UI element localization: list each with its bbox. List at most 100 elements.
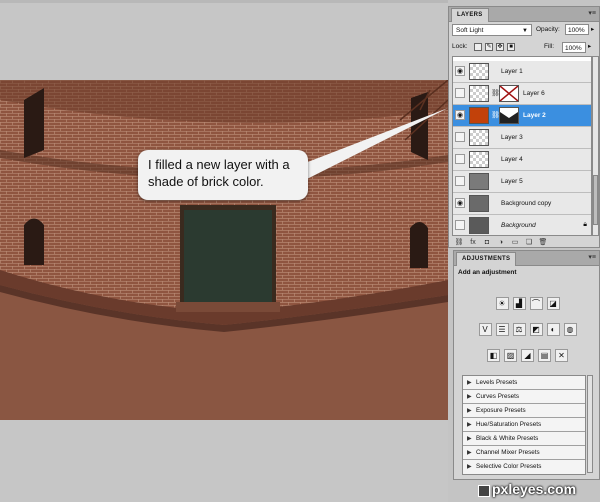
layers-scrollbar[interactable] bbox=[592, 56, 599, 236]
lock-all-icon[interactable]: ■ bbox=[507, 43, 515, 51]
adjustments-tab-bar: ADJUSTMENTS ▾≡ bbox=[454, 251, 599, 266]
adjustment-icons-row-1: ☀ ▟ ⌒ ◪ bbox=[454, 297, 600, 310]
fill-arrow-icon[interactable]: ▸ bbox=[588, 41, 591, 53]
eye-icon[interactable] bbox=[455, 176, 465, 186]
brightness-icon[interactable]: ☀ bbox=[495, 297, 509, 310]
triangle-right-icon: ▶ bbox=[467, 450, 472, 456]
eye-icon[interactable]: ◉ bbox=[455, 110, 465, 120]
add-mask-icon[interactable]: ◘ bbox=[480, 239, 494, 246]
preset-item-hue-saturation[interactable]: ▶ Hue/Saturation Presets bbox=[463, 418, 585, 432]
layer-row[interactable]: Layer 4 bbox=[453, 149, 591, 171]
blend-mode-select[interactable]: Soft Light ▼ bbox=[452, 24, 532, 36]
preset-item-channel-mixer[interactable]: ▶ Channel Mixer Presets bbox=[463, 446, 585, 460]
black-white-icon[interactable]: ◩ bbox=[529, 323, 543, 336]
layer-thumbnail bbox=[469, 195, 489, 212]
fx-icon[interactable]: fx bbox=[466, 239, 480, 246]
layer-thumbnail bbox=[469, 217, 489, 234]
layer-thumbnail bbox=[469, 151, 489, 168]
trash-icon[interactable]: 🗑︎ bbox=[536, 238, 550, 246]
preset-item-exposure[interactable]: ▶ Exposure Presets bbox=[463, 404, 585, 418]
layer-name: Layer 4 bbox=[501, 156, 523, 163]
adjustments-panel: ADJUSTMENTS ▾≡ Add an adjustment ☀ ▟ ⌒ ◪ V ☰… bbox=[453, 250, 600, 480]
preset-item-curves[interactable]: ▶ Curves Presets bbox=[463, 390, 585, 404]
layer-row[interactable]: Background 🔒︎ bbox=[453, 215, 591, 235]
lock-transparent-icon[interactable] bbox=[474, 43, 482, 51]
layers-tab[interactable]: LAYERS bbox=[451, 8, 489, 22]
preset-item-black-white[interactable]: ▶ Black & White Presets bbox=[463, 432, 585, 446]
layer-thumbnail bbox=[469, 173, 489, 190]
brick-building-photo bbox=[0, 80, 448, 420]
triangle-right-icon: ▶ bbox=[467, 380, 472, 386]
layer-row[interactable]: ◉ Layer 1 bbox=[453, 61, 591, 83]
color-balance-icon[interactable]: ⚖ bbox=[512, 323, 526, 336]
eye-icon[interactable] bbox=[455, 132, 465, 142]
callout-text-line2: shade of brick color. bbox=[148, 174, 264, 189]
triangle-right-icon: ▶ bbox=[467, 464, 472, 470]
invert-icon[interactable]: ◧ bbox=[487, 349, 500, 362]
eye-icon[interactable] bbox=[455, 220, 465, 230]
new-adjustment-icon[interactable]: ◑ bbox=[494, 239, 508, 246]
layers-panel: LAYERS ▾≡ Soft Light ▼ Opacity: 100% ▸ L… bbox=[448, 6, 600, 248]
panel-menu-icon[interactable]: ▾≡ bbox=[588, 9, 596, 17]
eye-icon[interactable] bbox=[455, 154, 465, 164]
vibrance-icon[interactable]: V bbox=[478, 323, 492, 336]
layer-name: Layer 3 bbox=[501, 134, 523, 141]
triangle-right-icon: ▶ bbox=[467, 394, 472, 400]
blend-row: Soft Light ▼ Opacity: 100% ▸ bbox=[452, 24, 596, 37]
fill-label: Fill: bbox=[544, 43, 555, 50]
layer-row[interactable]: ⛓ Layer 6 bbox=[453, 83, 591, 105]
scrollbar-thumb[interactable] bbox=[593, 175, 598, 225]
opacity-arrow-icon[interactable]: ▸ bbox=[591, 24, 594, 36]
layer-row[interactable]: ◉ Background copy bbox=[453, 193, 591, 215]
lock-icon: 🔒︎ bbox=[583, 221, 587, 228]
layer-name: Layer 1 bbox=[501, 68, 523, 75]
callout-text-line1: I filled a new layer with a bbox=[148, 157, 290, 172]
layer-row[interactable]: Layer 5 bbox=[453, 171, 591, 193]
adjustments-tab[interactable]: ADJUSTMENTS bbox=[456, 252, 517, 266]
document-image[interactable] bbox=[0, 80, 448, 420]
layer-mask-thumbnail bbox=[499, 85, 519, 102]
annotation-callout: I filled a new layer with a shade of bri… bbox=[138, 150, 308, 200]
levels-icon[interactable]: ▟ bbox=[512, 297, 526, 310]
layer-mask-thumbnail bbox=[499, 107, 519, 124]
eye-icon[interactable]: ◉ bbox=[455, 198, 465, 208]
channel-mixer-icon[interactable]: ◍ bbox=[563, 323, 577, 336]
selective-color-icon[interactable]: ✕ bbox=[555, 349, 568, 362]
exposure-icon[interactable]: ◪ bbox=[546, 297, 560, 310]
watermark-logo-icon bbox=[478, 485, 490, 497]
layer-thumbnail bbox=[469, 107, 489, 124]
layers-tab-bar: LAYERS ▾≡ bbox=[449, 7, 599, 22]
eye-icon[interactable] bbox=[455, 88, 465, 98]
preset-item-selective-color[interactable]: ▶ Selective Color Presets bbox=[463, 460, 585, 474]
layer-row-selected[interactable]: ◉ ⛓ Layer 2 bbox=[453, 105, 591, 127]
curves-icon[interactable]: ⌒ bbox=[529, 297, 543, 310]
triangle-right-icon: ▶ bbox=[467, 408, 472, 414]
lock-image-icon[interactable]: ✎ bbox=[485, 43, 493, 51]
panel-menu-icon[interactable]: ▾≡ bbox=[588, 253, 596, 261]
lock-position-icon[interactable]: ✥ bbox=[496, 43, 504, 51]
link-layers-icon[interactable]: ⛓ bbox=[452, 238, 466, 246]
fill-input[interactable]: 100% bbox=[562, 42, 586, 53]
preset-item-levels[interactable]: ▶ Levels Presets bbox=[463, 376, 585, 390]
threshold-icon[interactable]: ◢ bbox=[521, 349, 534, 362]
opacity-input[interactable]: 100% bbox=[565, 24, 589, 35]
layer-thumbnail bbox=[469, 85, 489, 102]
lock-row: Lock: ✎ ✥ ■ Fill: 100% ▸ bbox=[452, 41, 596, 54]
layer-name: Layer 6 bbox=[523, 90, 545, 97]
layer-thumbnail bbox=[469, 63, 489, 80]
watermark-text: pxleyes.com bbox=[492, 481, 577, 497]
hue-saturation-icon[interactable]: ☰ bbox=[495, 323, 509, 336]
layer-row[interactable]: Layer 3 bbox=[453, 127, 591, 149]
photo-filter-icon[interactable]: ◐ bbox=[546, 323, 560, 336]
new-layer-icon[interactable]: ❏ bbox=[522, 238, 536, 246]
layer-row-partial bbox=[453, 56, 592, 57]
presets-list: ▶ Levels Presets ▶ Curves Presets ▶ Exposur… bbox=[462, 375, 586, 475]
presets-scrollbar[interactable] bbox=[587, 375, 593, 473]
layer-name: Layer 2 bbox=[523, 112, 546, 119]
layers-footer: ⛓ fx ◘ ◑ ▭ ❏ 🗑︎ bbox=[452, 238, 596, 248]
new-group-icon[interactable]: ▭ bbox=[508, 238, 522, 246]
posterize-icon[interactable]: ▨ bbox=[504, 349, 517, 362]
eye-icon[interactable]: ◉ bbox=[455, 66, 465, 76]
triangle-right-icon: ▶ bbox=[467, 436, 472, 442]
gradient-map-icon[interactable]: ▤ bbox=[538, 349, 551, 362]
